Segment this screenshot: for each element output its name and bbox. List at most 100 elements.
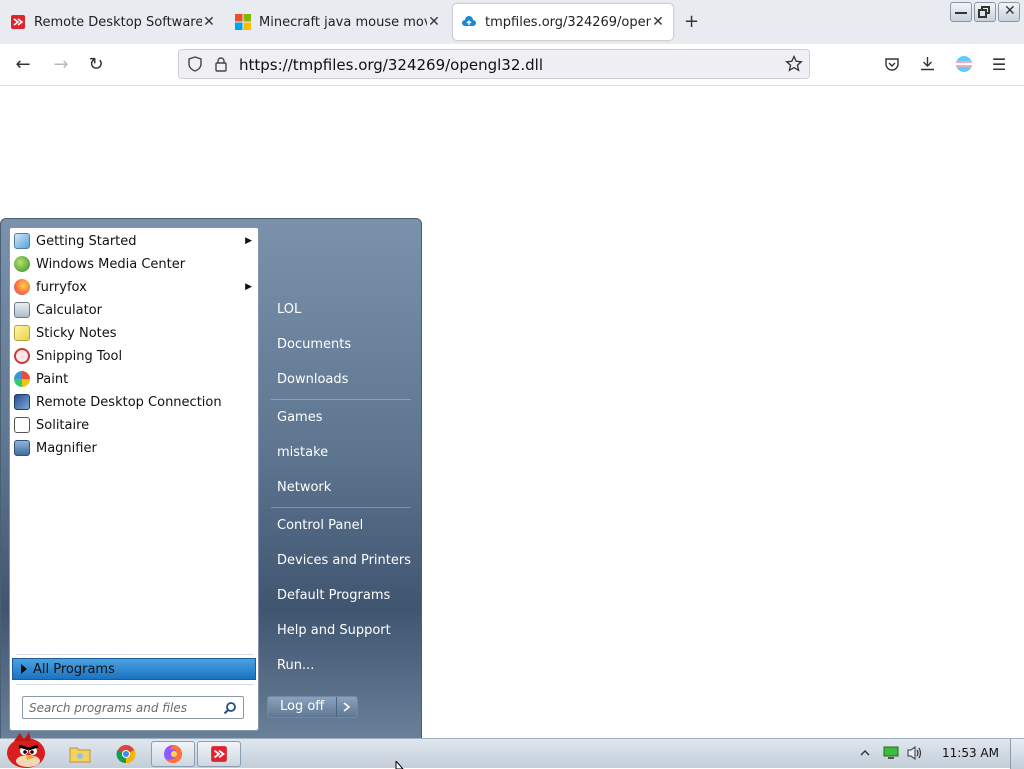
- taskbar-chrome[interactable]: [104, 741, 148, 767]
- remote-desktop-favicon: [11, 15, 25, 29]
- tab-title: Remote Desktop Software fo: [34, 14, 202, 30]
- program-label: Magnifier: [36, 440, 97, 456]
- tab-minecraft[interactable]: Minecraft java mouse moving ✕: [227, 4, 449, 40]
- start-link-network[interactable]: Network: [269, 476, 414, 500]
- start-search-box[interactable]: [22, 696, 244, 719]
- log-off-control: Log off: [267, 696, 359, 718]
- start-orb-angry-bird-icon[interactable]: [4, 731, 48, 769]
- program-remote-desktop-connection[interactable]: Remote Desktop Connection: [12, 391, 256, 413]
- program-magnifier[interactable]: Magnifier: [12, 437, 256, 459]
- close-tab-icon[interactable]: ✕: [202, 14, 216, 30]
- program-snipping-tool[interactable]: Snipping Tool: [12, 345, 256, 367]
- forward-arrow-icon[interactable]: →: [50, 54, 72, 76]
- media-center-icon: [14, 256, 30, 272]
- start-link-mistake[interactable]: mistake: [269, 441, 414, 465]
- sticky-notes-icon: [14, 325, 30, 341]
- show-desktop-button[interactable]: [1010, 739, 1024, 769]
- reload-icon[interactable]: ↻: [85, 54, 107, 76]
- program-windows-media-center[interactable]: Windows Media Center: [12, 253, 256, 275]
- program-label: furryfox: [36, 279, 87, 295]
- shield-icon[interactable]: [187, 56, 203, 72]
- taskbar-remote-desktop-app[interactable]: [197, 741, 241, 767]
- taskbar-firefox[interactable]: [151, 741, 195, 767]
- downloads-icon[interactable]: [919, 55, 936, 72]
- volume-icon[interactable]: [906, 745, 924, 761]
- search-icon[interactable]: [223, 701, 237, 715]
- program-calculator[interactable]: Calculator: [12, 299, 256, 321]
- close-tab-icon[interactable]: ✕: [427, 14, 441, 30]
- hamburger-menu-icon[interactable]: ☰: [988, 54, 1010, 76]
- tab-tmpfiles[interactable]: tmpfiles.org/324269/opengl3 ✕: [453, 4, 673, 40]
- program-label: Windows Media Center: [36, 256, 186, 272]
- program-label: Snipping Tool: [36, 348, 123, 364]
- program-label: Remote Desktop Connection: [36, 394, 222, 410]
- separator: [16, 684, 254, 685]
- all-programs-label: All Programs: [33, 661, 115, 677]
- start-menu: Getting Started ▶ Windows Media Center f…: [0, 218, 422, 739]
- tab-remote-desktop[interactable]: Remote Desktop Software fo ✕: [2, 4, 224, 40]
- close-tab-icon[interactable]: ✕: [651, 14, 665, 30]
- network-icon[interactable]: [883, 746, 899, 760]
- tab-title: Minecraft java mouse moving: [259, 14, 427, 30]
- separator: [271, 399, 411, 400]
- lock-icon[interactable]: [213, 56, 229, 72]
- start-link-help-and-support[interactable]: Help and Support: [269, 619, 414, 643]
- bookmark-star-icon[interactable]: [785, 55, 803, 73]
- shutdown-options-button[interactable]: [337, 697, 357, 717]
- start-link-downloads[interactable]: Downloads: [269, 368, 414, 392]
- microsoft-favicon: [235, 14, 251, 30]
- address-bar[interactable]: https://tmpfiles.org/324269/opengl32.dll: [178, 49, 810, 79]
- start-link-control-panel[interactable]: Control Panel: [269, 514, 414, 538]
- search-input[interactable]: [29, 699, 217, 716]
- program-getting-started[interactable]: Getting Started ▶: [12, 230, 256, 252]
- magnifier-icon: [14, 440, 30, 456]
- start-link-lol[interactable]: LOL: [269, 298, 414, 322]
- url-text: https://tmpfiles.org/324269/opengl32.dll: [239, 56, 544, 74]
- minimize-button[interactable]: [950, 2, 972, 22]
- program-furryfox[interactable]: furryfox ▶: [12, 276, 256, 298]
- folder-icon: [69, 747, 91, 763]
- show-hidden-icons-chevron-icon[interactable]: [860, 749, 870, 757]
- firefox-icon: [164, 744, 183, 763]
- chevron-right-icon: [343, 702, 351, 712]
- snipping-tool-icon: [14, 348, 30, 364]
- account-avatar-icon[interactable]: [955, 55, 973, 73]
- program-label: Paint: [36, 371, 69, 387]
- start-link-documents[interactable]: Documents: [269, 333, 414, 357]
- close-window-button[interactable]: ✕: [998, 2, 1020, 22]
- start-link-run[interactable]: Run...: [269, 654, 414, 678]
- pocket-icon[interactable]: [884, 56, 900, 72]
- back-arrow-icon[interactable]: ←: [12, 54, 34, 76]
- clock[interactable]: 11:53 AM: [942, 746, 999, 760]
- submenu-arrow-icon: ▶: [245, 282, 252, 292]
- remote-desktop-connection-icon: [14, 394, 30, 410]
- solitaire-icon: [14, 417, 30, 433]
- cloud-upload-favicon: [462, 16, 476, 26]
- program-label: Solitaire: [36, 417, 90, 433]
- taskbar-file-explorer[interactable]: [58, 741, 102, 767]
- program-solitaire[interactable]: Solitaire: [12, 414, 256, 436]
- program-sticky-notes[interactable]: Sticky Notes: [12, 322, 256, 344]
- restore-button[interactable]: [974, 2, 996, 22]
- paint-icon: [14, 371, 30, 387]
- start-link-default-programs[interactable]: Default Programs: [269, 584, 414, 608]
- taskbar: 11:53 AM: [0, 732, 1024, 769]
- tab-title: tmpfiles.org/324269/opengl3: [485, 14, 651, 30]
- separator: [271, 507, 411, 508]
- log-off-button[interactable]: Log off: [268, 697, 338, 717]
- all-programs-button[interactable]: All Programs: [12, 658, 256, 680]
- program-paint[interactable]: Paint: [12, 368, 256, 390]
- start-link-devices-and-printers[interactable]: Devices and Printers: [269, 549, 414, 573]
- calculator-icon: [14, 302, 30, 318]
- chrome-icon: [116, 745, 136, 764]
- tab-strip: Remote Desktop Software fo ✕ Minecraft j…: [0, 0, 1024, 44]
- new-tab-button[interactable]: +: [684, 12, 699, 32]
- program-label: Sticky Notes: [36, 325, 117, 341]
- remote-desktop-icon: [211, 746, 227, 762]
- start-link-games[interactable]: Games: [269, 406, 414, 430]
- submenu-arrow-icon: ▶: [245, 236, 252, 246]
- expand-arrow-icon: [21, 664, 27, 674]
- firefox-icon: [14, 279, 30, 295]
- start-menu-programs-pane: Getting Started ▶ Windows Media Center f…: [9, 227, 259, 731]
- navigation-toolbar: ← → ↻ https://tmpfiles.org/324269/opengl…: [0, 44, 1024, 86]
